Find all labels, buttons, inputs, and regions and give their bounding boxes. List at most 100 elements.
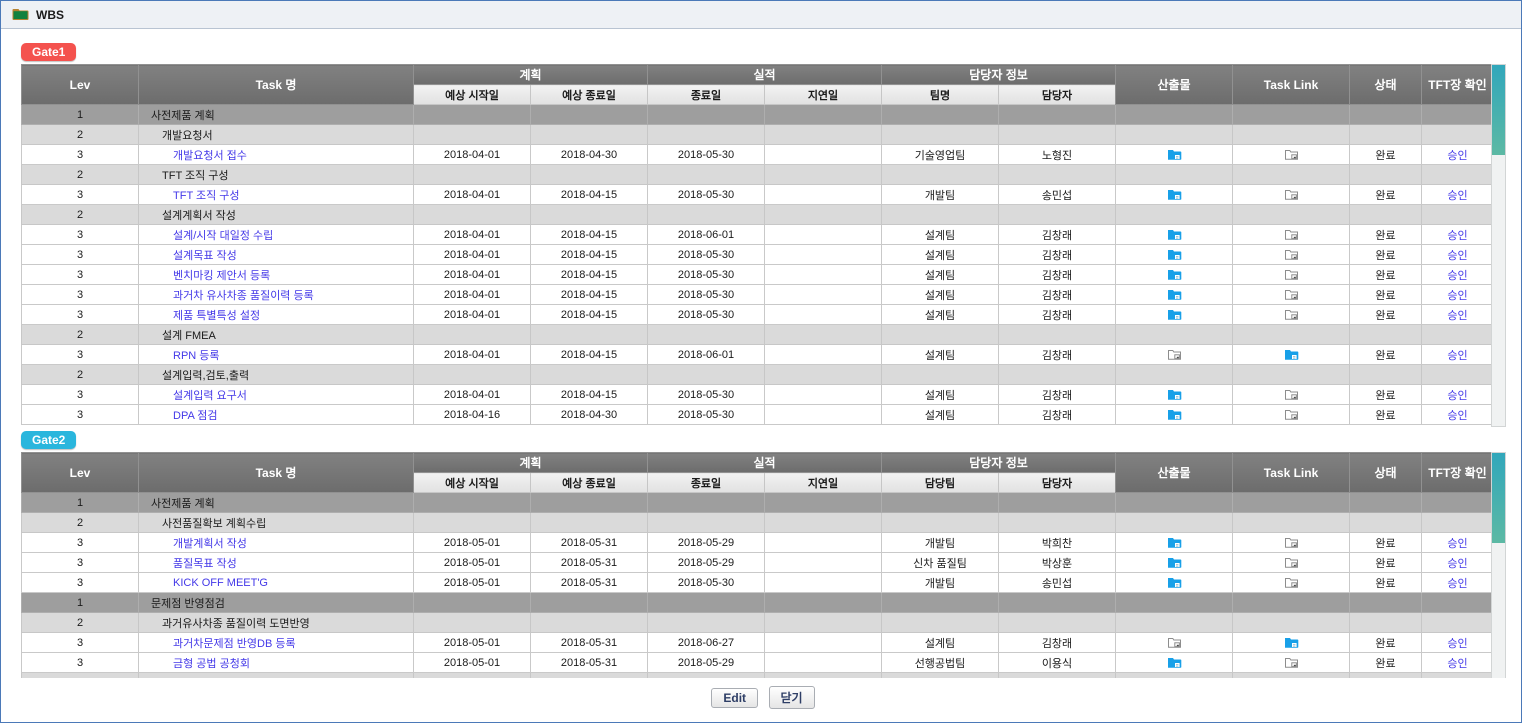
blue-folder-icon[interactable]	[1284, 348, 1299, 360]
approve-link[interactable]: 승인	[1447, 558, 1467, 570]
approve-link[interactable]: 승인	[1447, 658, 1467, 670]
approve-link[interactable]: 승인	[1447, 230, 1467, 242]
approve-link[interactable]: 승인	[1447, 538, 1467, 550]
task-link[interactable]: 금형 공법 공청회	[173, 658, 250, 670]
gray-folder-icon[interactable]	[1284, 148, 1299, 160]
blue-folder-icon[interactable]	[1167, 248, 1182, 260]
task-name-cell: TFT 조직 구성	[139, 165, 414, 185]
approve-link[interactable]: 승인	[1447, 310, 1467, 322]
gray-folder-icon[interactable]	[1284, 188, 1299, 200]
approve-link[interactable]: 승인	[1447, 390, 1467, 402]
blue-folder-icon[interactable]	[1284, 636, 1299, 648]
task-link[interactable]: 과거차문제점 반영DB 등록	[173, 638, 296, 650]
expected-start-cell: 2018-04-01	[414, 305, 531, 325]
blue-folder-icon[interactable]	[1167, 148, 1182, 160]
gate-section-gate1: Gate1LevTask 명계획실적담당자 정보산출물Task Link상태TF…	[21, 37, 1505, 425]
delay-cell	[765, 673, 882, 679]
blue-folder-icon[interactable]	[1167, 388, 1182, 400]
vertical-scrollbar[interactable]	[1491, 452, 1506, 678]
team-cell	[882, 205, 999, 225]
content-area: Gate1LevTask 명계획실적담당자 정보산출물Task Link상태TF…	[1, 29, 1521, 709]
task-link[interactable]: RPN 등록	[173, 350, 220, 362]
task-link[interactable]: 품질목표 작성	[173, 558, 237, 570]
delay-cell	[765, 105, 882, 125]
task-link[interactable]: 제품 특별특성 설정	[173, 310, 260, 322]
gray-folder-icon[interactable]	[1284, 248, 1299, 260]
table-row: 3과거차 유사차종 품질이력 등록2018-04-012018-04-15201…	[22, 285, 1494, 305]
blue-folder-icon[interactable]	[1167, 536, 1182, 548]
gray-folder-icon[interactable]	[1284, 268, 1299, 280]
delay-cell	[765, 405, 882, 425]
delay-cell	[765, 653, 882, 673]
blue-folder-icon[interactable]	[1167, 288, 1182, 300]
blue-folder-icon[interactable]	[1167, 576, 1182, 588]
approve-link[interactable]: 승인	[1447, 250, 1467, 262]
gray-folder-icon[interactable]	[1167, 636, 1182, 648]
status-cell: 완료	[1350, 225, 1422, 245]
task-link[interactable]: 설계목표 작성	[173, 250, 237, 262]
task-link[interactable]: 개발요청서 접수	[173, 150, 247, 162]
owner-cell	[999, 125, 1116, 145]
scrollbar-thumb[interactable]	[1492, 453, 1505, 543]
gray-folder-icon[interactable]	[1284, 388, 1299, 400]
task-link[interactable]: 개발계획서 작성	[173, 538, 247, 550]
task-link[interactable]: KICK OFF MEET'G	[173, 577, 268, 589]
task-link[interactable]: 설계입력 요구서	[173, 390, 247, 402]
team-cell: 설계팀	[882, 633, 999, 653]
blue-folder-icon[interactable]	[1167, 656, 1182, 668]
gray-folder-icon[interactable]	[1284, 536, 1299, 548]
blue-folder-icon[interactable]	[1167, 228, 1182, 240]
edit-button[interactable]: Edit	[711, 688, 758, 708]
task-link[interactable]: DPA 점검	[173, 410, 218, 422]
task-group-label: 사전제품 계획	[151, 110, 215, 122]
approve-link[interactable]: 승인	[1447, 350, 1467, 362]
column-header-col-status: 상태	[1350, 453, 1422, 493]
output-cell	[1116, 633, 1233, 653]
table-row: 3개발계획서 작성2018-05-012018-05-312018-05-29개…	[22, 533, 1494, 553]
blue-folder-icon[interactable]	[1167, 556, 1182, 568]
team-cell: 개발팀	[882, 573, 999, 593]
team-cell	[882, 513, 999, 533]
tft-confirm-cell	[1422, 365, 1494, 385]
lev-cell: 2	[22, 365, 139, 385]
team-cell: 신차 품질팀	[882, 553, 999, 573]
tft-confirm-cell: 승인	[1422, 245, 1494, 265]
approve-link[interactable]: 승인	[1447, 290, 1467, 302]
blue-folder-icon[interactable]	[1167, 408, 1182, 420]
gray-folder-icon[interactable]	[1284, 288, 1299, 300]
gray-folder-icon[interactable]	[1167, 348, 1182, 360]
approve-link[interactable]: 승인	[1447, 578, 1467, 590]
approve-link[interactable]: 승인	[1447, 638, 1467, 650]
gray-folder-icon[interactable]	[1284, 556, 1299, 568]
gray-folder-icon[interactable]	[1284, 408, 1299, 420]
gray-folder-icon[interactable]	[1284, 576, 1299, 588]
approve-link[interactable]: 승인	[1447, 270, 1467, 282]
task-link-cell	[1233, 673, 1350, 679]
table-row: 3설계입력 요구서2018-04-012018-04-152018-05-30설…	[22, 385, 1494, 405]
output-cell	[1116, 245, 1233, 265]
task-name-cell: DPA 점검	[139, 405, 414, 425]
vertical-scrollbar[interactable]	[1491, 64, 1506, 427]
gray-folder-icon[interactable]	[1284, 228, 1299, 240]
end-date-cell: 2018-05-30	[648, 405, 765, 425]
task-link-cell	[1233, 205, 1350, 225]
gray-folder-icon[interactable]	[1284, 308, 1299, 320]
scrollbar-thumb[interactable]	[1492, 65, 1505, 155]
approve-link[interactable]: 승인	[1447, 190, 1467, 202]
task-link[interactable]: TFT 조직 구성	[173, 190, 240, 202]
approve-link[interactable]: 승인	[1447, 410, 1467, 422]
task-link[interactable]: 과거차 유사차종 품질이력 등록	[173, 290, 314, 302]
task-link[interactable]: 설계/시작 대일정 수립	[173, 230, 273, 242]
expected-end-cell: 2018-04-15	[531, 245, 648, 265]
task-link[interactable]: 벤치마킹 제안서 등록	[173, 270, 270, 282]
gray-folder-icon[interactable]	[1284, 656, 1299, 668]
blue-folder-icon[interactable]	[1167, 308, 1182, 320]
task-link-cell	[1233, 633, 1350, 653]
owner-cell: 노형진	[999, 145, 1116, 165]
approve-link[interactable]: 승인	[1447, 150, 1467, 162]
lev-cell: 2	[22, 205, 139, 225]
blue-folder-icon[interactable]	[1167, 188, 1182, 200]
task-name-cell	[139, 673, 414, 679]
close-button[interactable]: 닫기	[769, 686, 815, 709]
blue-folder-icon[interactable]	[1167, 268, 1182, 280]
